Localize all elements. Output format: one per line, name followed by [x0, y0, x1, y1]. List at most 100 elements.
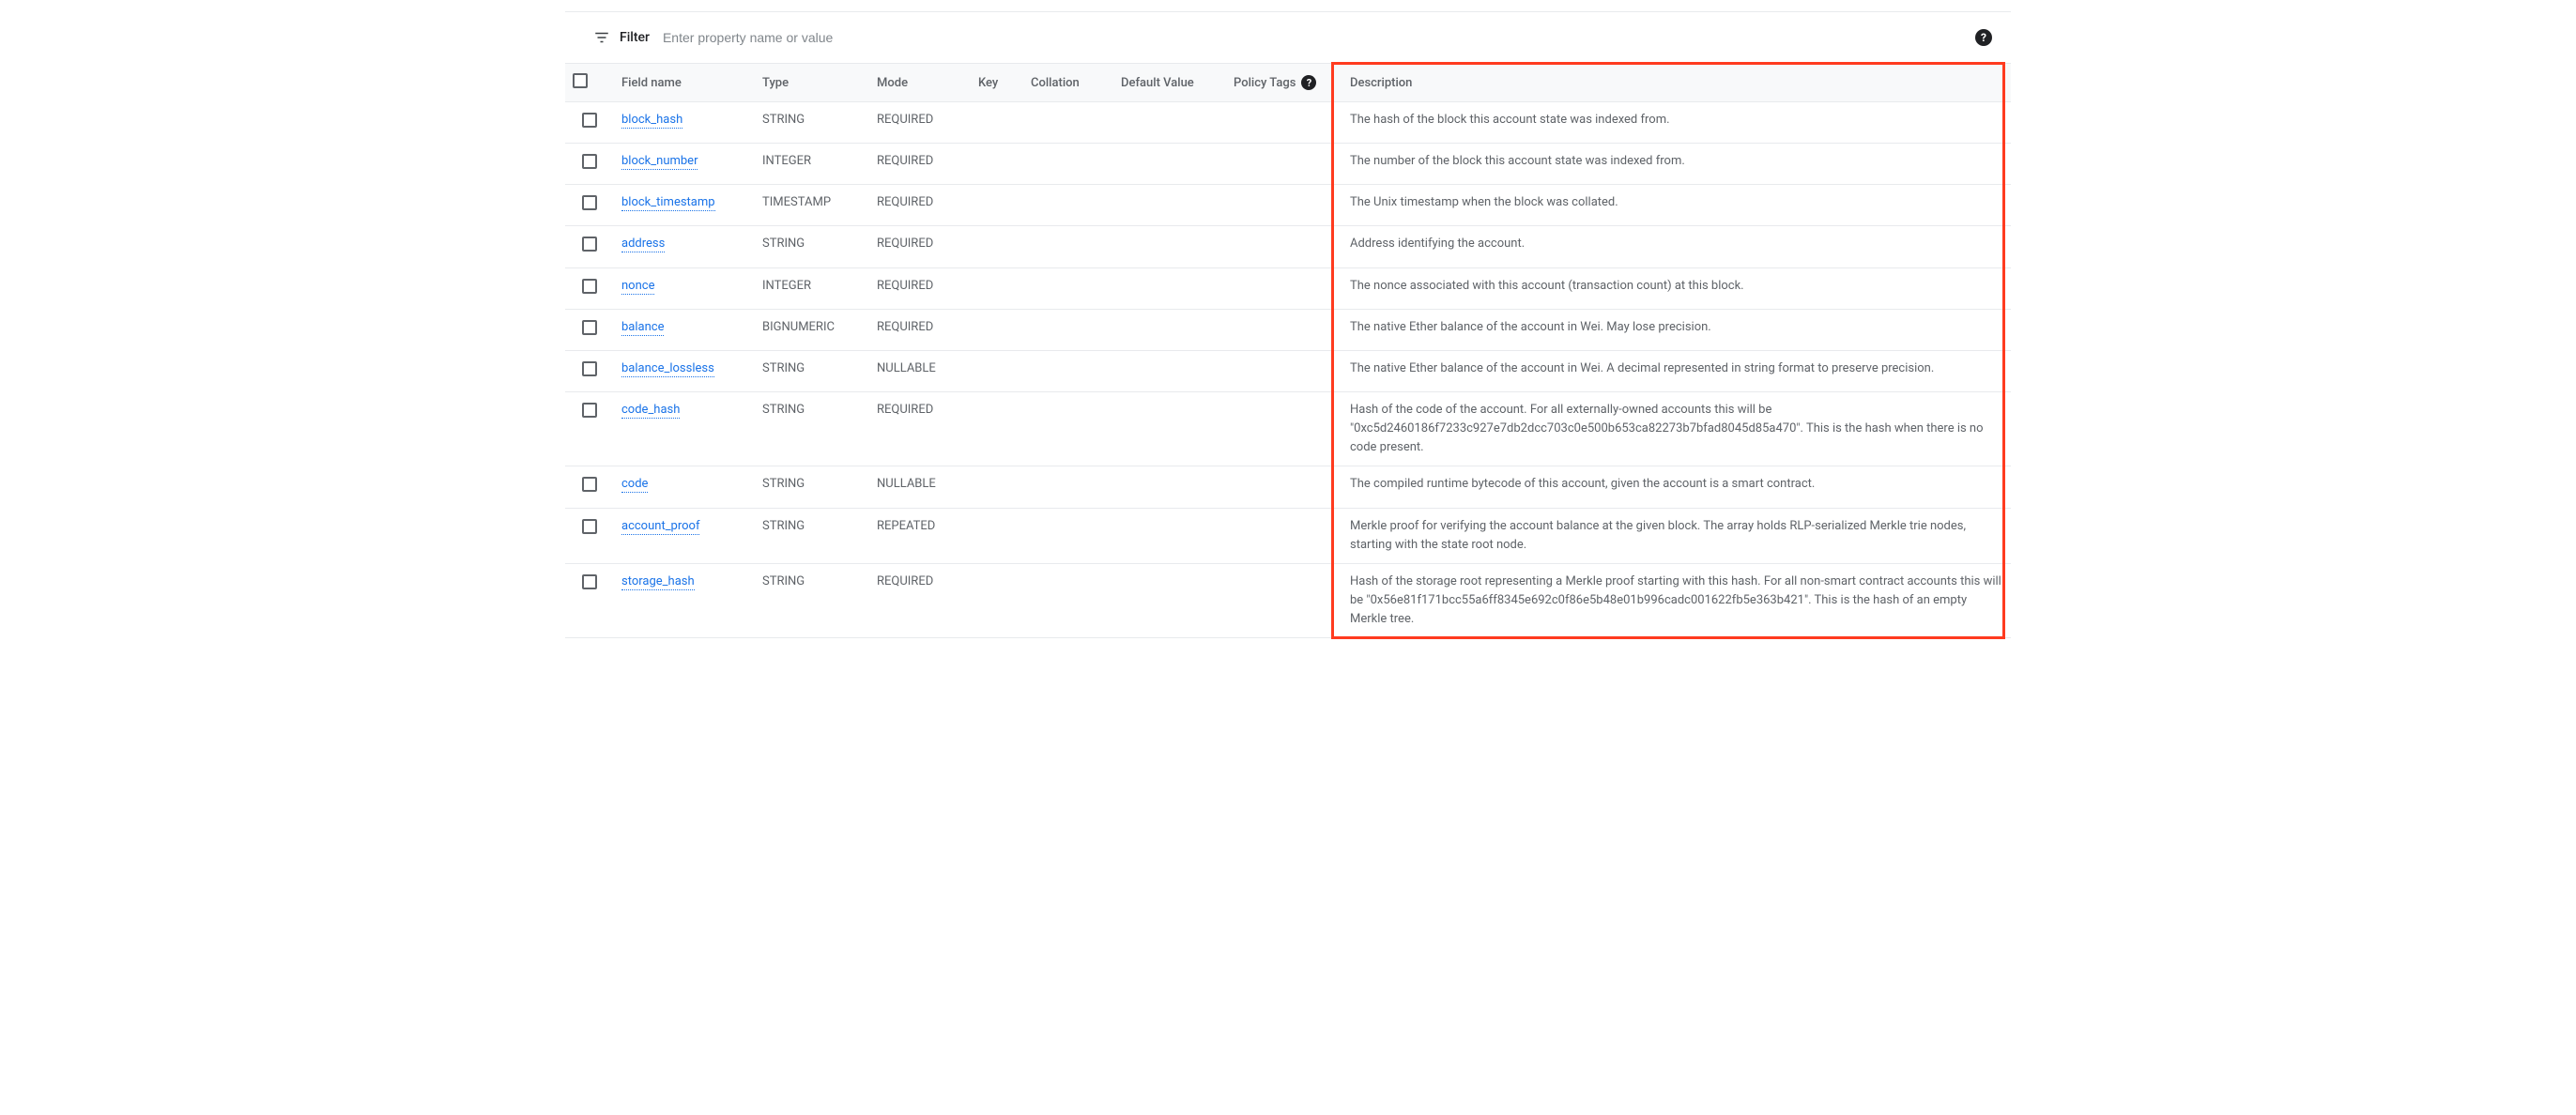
table-row: code_hash STRINGREQUIRED Hash of the code …	[565, 391, 2011, 466]
field-name-link[interactable]: block_timestamp	[621, 195, 715, 211]
cell-key	[971, 267, 1023, 309]
header-default[interactable]: Default Value	[1113, 64, 1226, 102]
row-checkbox[interactable]	[582, 195, 597, 210]
field-name-link[interactable]: code	[621, 477, 648, 493]
table-row: nonceINTEGERREQUIREDThe nonce associated…	[565, 267, 2011, 309]
cell-key	[971, 185, 1023, 226]
cell-collation	[1023, 309, 1113, 350]
cell-policy-tags	[1226, 309, 1342, 350]
row-checkbox[interactable]	[582, 574, 597, 589]
help-icon[interactable]: ?	[1301, 75, 1316, 90]
row-checkbox-cell	[565, 350, 614, 391]
select-all-checkbox[interactable]	[573, 73, 588, 88]
table-row: storage_hashSTRINGREQUIREDHash of the st…	[565, 563, 2011, 637]
field-name-link[interactable]: block_number	[621, 154, 698, 170]
cell-policy-tags	[1226, 391, 1342, 466]
row-checkbox[interactable]	[582, 361, 597, 376]
cell-type: STRING	[755, 466, 869, 508]
cell-policy-tags	[1226, 267, 1342, 309]
cell-default	[1113, 563, 1226, 637]
cell-mode: REQUIRED	[869, 144, 971, 185]
cell-collation	[1023, 466, 1113, 508]
cell-type: STRING	[755, 226, 869, 267]
row-checkbox[interactable]	[582, 477, 597, 492]
cell-collation	[1023, 144, 1113, 185]
field-name-link[interactable]: balance_lossless	[621, 361, 714, 377]
cell-policy-tags	[1226, 226, 1342, 267]
cell-default	[1113, 185, 1226, 226]
table-row: balance_losslessSTRINGNULLABLEThe native…	[565, 350, 2011, 391]
cell-type: STRING	[755, 508, 869, 563]
cell-collation	[1023, 102, 1113, 144]
field-name-link[interactable]: code_hash	[621, 403, 680, 419]
cell-type: STRING	[755, 563, 869, 637]
cell-default	[1113, 267, 1226, 309]
table-row: block_hashSTRINGREQUIREDThe hash of the …	[565, 102, 2011, 144]
cell-type: INTEGER	[755, 267, 869, 309]
field-name-link[interactable]: account_proof	[621, 519, 699, 535]
row-checkbox-cell	[565, 185, 614, 226]
cell-key	[971, 350, 1023, 391]
cell-mode: REPEATED	[869, 508, 971, 563]
cell-description: Hash of the code of the account. For all…	[1342, 391, 2011, 466]
header-policy-tags[interactable]: Policy Tags ?	[1226, 64, 1342, 102]
row-checkbox[interactable]	[582, 113, 597, 128]
schema-table: Field name Type Mode Key Collation Defau…	[565, 63, 2011, 637]
cell-default	[1113, 144, 1226, 185]
cell-collation	[1023, 267, 1113, 309]
cell-mode: NULLABLE	[869, 350, 971, 391]
cell-default	[1113, 508, 1226, 563]
cell-type: STRING	[755, 391, 869, 466]
cell-policy-tags	[1226, 508, 1342, 563]
cell-collation	[1023, 350, 1113, 391]
cell-description: The number of the block this account sta…	[1342, 144, 2011, 185]
cell-key	[971, 226, 1023, 267]
cell-default	[1113, 226, 1226, 267]
row-checkbox[interactable]	[582, 519, 597, 534]
cell-description: Hash of the storage root representing a …	[1342, 563, 2011, 637]
help-icon[interactable]: ?	[1975, 29, 1992, 46]
cell-collation	[1023, 391, 1113, 466]
header-key[interactable]: Key	[971, 64, 1023, 102]
field-name-link[interactable]: nonce	[621, 279, 654, 295]
field-name-link[interactable]: block_hash	[621, 113, 682, 129]
table-row: code STRINGNULLABLE The compiled runtime b…	[565, 466, 2011, 508]
header-field-name[interactable]: Field name	[614, 64, 755, 102]
cell-policy-tags	[1226, 144, 1342, 185]
cell-default	[1113, 391, 1226, 466]
header-type[interactable]: Type	[755, 64, 869, 102]
cell-description: The compiled runtime bytecode of this ac…	[1342, 466, 2011, 508]
cell-policy-tags	[1226, 563, 1342, 637]
cell-description: The native Ether balance of the account …	[1342, 309, 2011, 350]
cell-mode: REQUIRED	[869, 309, 971, 350]
field-name-link[interactable]: address	[621, 237, 665, 252]
row-checkbox[interactable]	[582, 279, 597, 294]
cell-mode: NULLABLE	[869, 466, 971, 508]
row-checkbox[interactable]	[582, 154, 597, 169]
cell-description: The native Ether balance of the account …	[1342, 350, 2011, 391]
row-checkbox-cell	[565, 466, 614, 508]
table-header-row: Field name Type Mode Key Collation Defau…	[565, 64, 2011, 102]
header-description[interactable]: Description	[1342, 64, 2011, 102]
filter-bar: Filter ?	[565, 12, 2011, 63]
header-policy-tags-label: Policy Tags	[1234, 76, 1296, 90]
row-checkbox-cell	[565, 563, 614, 637]
cell-mode: REQUIRED	[869, 226, 971, 267]
filter-input[interactable]	[663, 30, 1038, 45]
header-mode[interactable]: Mode	[869, 64, 971, 102]
row-checkbox[interactable]	[582, 237, 597, 252]
cell-mode: REQUIRED	[869, 391, 971, 466]
row-checkbox[interactable]	[582, 403, 597, 418]
cell-type: INTEGER	[755, 144, 869, 185]
field-name-link[interactable]: storage_hash	[621, 574, 695, 590]
cell-description: The hash of the block this account state…	[1342, 102, 2011, 144]
row-checkbox[interactable]	[582, 320, 597, 335]
field-name-link[interactable]: balance	[621, 320, 664, 336]
row-checkbox-cell	[565, 102, 614, 144]
header-collation[interactable]: Collation	[1023, 64, 1113, 102]
cell-policy-tags	[1226, 350, 1342, 391]
cell-mode: REQUIRED	[869, 185, 971, 226]
cell-type: TIMESTAMP	[755, 185, 869, 226]
cell-key	[971, 102, 1023, 144]
cell-default	[1113, 309, 1226, 350]
